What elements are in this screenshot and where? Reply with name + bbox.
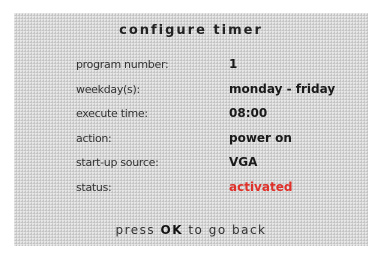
footer-hint-before: press bbox=[115, 223, 156, 237]
start-up-source-value: VGA bbox=[229, 155, 258, 169]
setting-row-action: action: power on bbox=[14, 127, 368, 152]
weekdays-label: weekday(s): bbox=[76, 82, 140, 96]
panel-title: configure timer bbox=[119, 23, 263, 38]
setting-row-status: status: activated bbox=[14, 176, 368, 201]
program-number-value: 1 bbox=[229, 57, 238, 71]
start-up-source-label: start-up source: bbox=[76, 156, 159, 169]
timer-settings-list: program number: 1 weekday(s): monday - f… bbox=[14, 53, 368, 200]
weekdays-value: monday - friday bbox=[229, 81, 336, 96]
setting-row-execute-time: execute time: 08:00 bbox=[14, 102, 368, 127]
setting-row-weekdays: weekday(s): monday - friday bbox=[14, 78, 368, 103]
execute-time-value: 08:00 bbox=[229, 106, 268, 120]
status-value: activated bbox=[229, 179, 293, 194]
setting-row-start-up-source: start-up source: VGA bbox=[14, 151, 368, 176]
execute-time-label: execute time: bbox=[76, 107, 148, 120]
footer-hint-after: to go back bbox=[188, 223, 267, 237]
status-label: status: bbox=[76, 180, 112, 194]
ok-key-label: OK bbox=[160, 223, 184, 237]
action-value: power on bbox=[229, 130, 292, 145]
footer-hint: press OK to go back bbox=[14, 223, 368, 237]
program-number-label: program number: bbox=[76, 58, 169, 71]
configure-timer-panel: configure timer program number: 1 weekda… bbox=[14, 13, 368, 246]
setting-row-program-number: program number: 1 bbox=[14, 53, 368, 78]
action-label: action: bbox=[76, 131, 112, 145]
